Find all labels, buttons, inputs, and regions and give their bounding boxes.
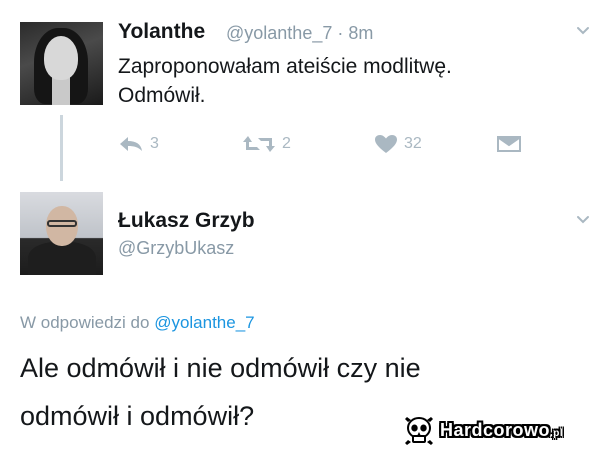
author-handle[interactable]: @yolanthe_7 · 8m (226, 23, 373, 44)
reply-icon (120, 137, 142, 151)
tweet-text-line: Odmówił. (118, 84, 206, 107)
author-name[interactable]: Yolanthe (118, 20, 205, 44)
reply-text-line: Ale odmówił i nie odmówił czy nie (20, 353, 421, 383)
reply-count: 3 (150, 135, 159, 152)
heart-icon (375, 135, 397, 153)
replying-to: W odpowiedzi do @yolanthe_7 (20, 313, 255, 333)
reply-author-handle[interactable]: @GrzybUkasz (118, 238, 234, 259)
skull-icon (405, 417, 433, 445)
tweet-text-line: Zaproponowałam ateiście modlitwę. (118, 55, 452, 78)
retweet-count: 2 (282, 135, 291, 152)
reply-author-name[interactable]: Łukasz Grzyb (118, 209, 255, 233)
replying-to-label: W odpowiedzi do (20, 313, 155, 332)
chevron-down-icon[interactable] (576, 24, 590, 38)
like-button[interactable]: 32 (374, 132, 422, 156)
tweet-actions: 3 2 32 (118, 132, 538, 156)
avatar-glasses (47, 220, 77, 227)
replying-to-mention[interactable]: @yolanthe_7 (154, 313, 254, 332)
like-count: 32 (404, 135, 422, 152)
watermark: Hardcorowo.pl (404, 413, 592, 447)
retweet-button[interactable]: 2 (242, 132, 291, 156)
avatar-face (44, 36, 78, 80)
watermark-text: Hardcorowo.pl (440, 420, 563, 441)
avatar[interactable] (20, 22, 103, 105)
dm-icon (497, 136, 521, 152)
original-tweet: Yolanthe @yolanthe_7 · 8m Zaproponowałam… (0, 0, 598, 180)
avatar-neck (52, 77, 70, 105)
tweet-text: Zaproponowałam ateiście modlitwę. Odmówi… (118, 52, 568, 110)
retweet-icon (243, 136, 275, 152)
watermark-brand: Hardcorowo (440, 419, 551, 440)
watermark-suffix: .pl (550, 427, 564, 439)
dm-button[interactable] (496, 132, 522, 156)
avatar-body (28, 242, 96, 275)
avatar[interactable] (20, 192, 103, 275)
reply-button[interactable]: 3 (118, 132, 159, 156)
chevron-down-icon[interactable] (576, 213, 590, 227)
thread-connector (60, 115, 63, 181)
